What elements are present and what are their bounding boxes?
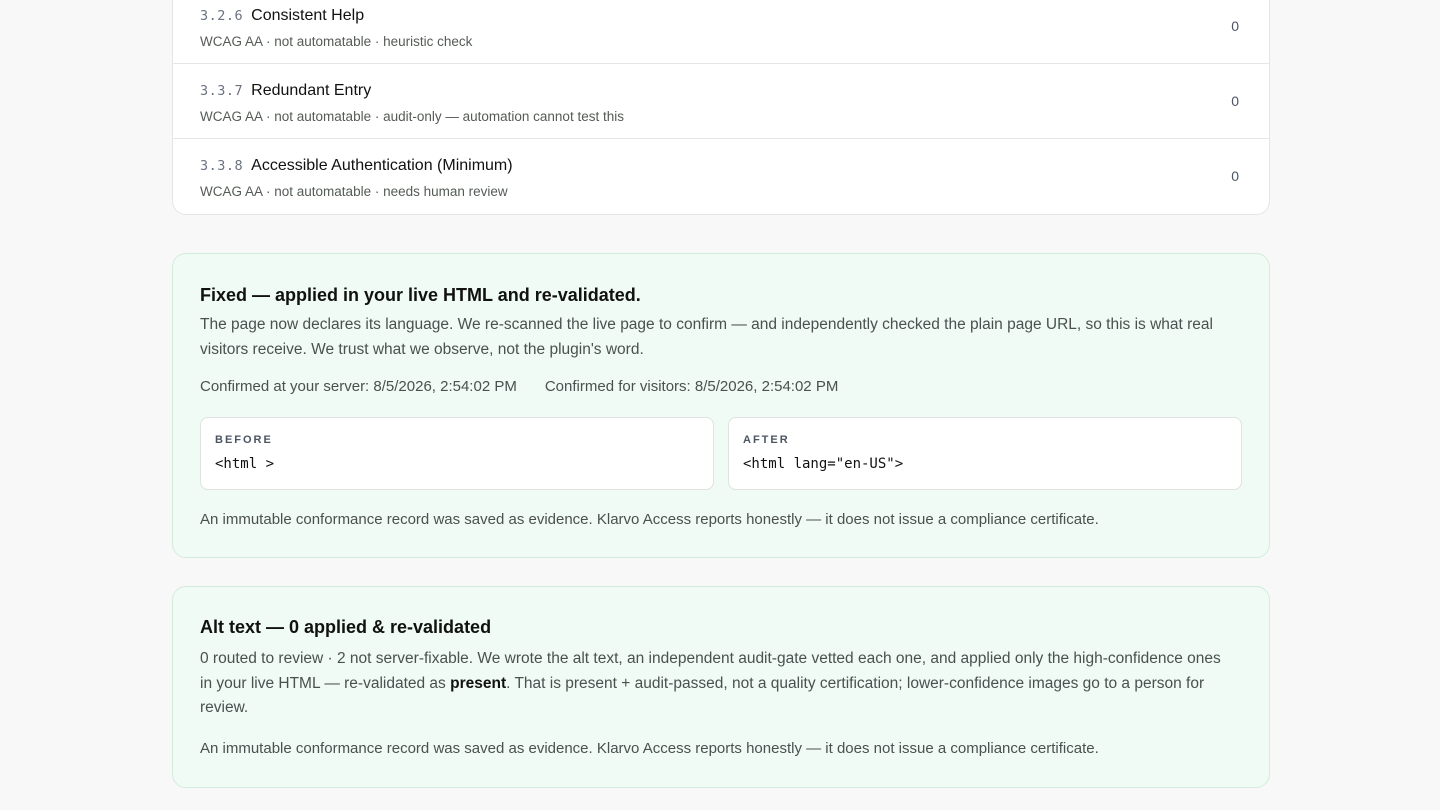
fixed-panel-title: Fixed — applied in your live HTML and re… — [200, 285, 641, 305]
criterion-row[interactable]: 3.3.8 Accessible Authentication (Minimum… — [173, 139, 1269, 214]
criterion-title: Accessible Authentication (Minimum) — [251, 157, 513, 174]
confirmation-timestamps: Confirmed at your server: 8/5/2026, 2:54… — [200, 378, 838, 395]
criterion-issue-count: 0 — [1231, 18, 1239, 34]
fixed-language-panel: Fixed — applied in your live HTML and re… — [172, 253, 1270, 558]
evidence-note: An immutable conformance record was save… — [200, 511, 1099, 528]
criterion-code: 3.2.6 — [200, 8, 244, 24]
criterion-heading: 3.3.8 Accessible Authentication (Minimum… — [200, 157, 513, 175]
confirmed-visitors-timestamp: Confirmed for visitors: 8/5/2026, 2:54:0… — [544, 378, 839, 395]
alt-panel-title: Alt text — 0 applied & re-validated — [200, 617, 492, 637]
criterion-issue-count: 0 — [1231, 93, 1239, 109]
criterion-meta: WCAG AA · not automatable · needs human … — [200, 184, 508, 199]
confirmed-server-timestamp: Confirmed at your server: 8/5/2026, 2:54… — [200, 378, 517, 395]
criterion-issue-count: 0 — [1231, 168, 1239, 184]
before-code: <html > — [215, 456, 275, 472]
alt-panel-description: 0 routed to review · 2 not server-fixabl… — [200, 647, 1230, 721]
criterion-code: 3.3.8 — [200, 158, 244, 174]
alt-text-panel: Alt text — 0 applied & re-validated 0 ro… — [172, 586, 1270, 788]
criterion-code: 3.3.7 — [200, 83, 244, 99]
criterion-heading: 3.2.6 Consistent Help — [200, 7, 364, 25]
after-code: <html lang="en-US"> — [743, 456, 904, 472]
manual-criteria-list: 3.2.6 Consistent Help WCAG AA · not auto… — [172, 0, 1270, 215]
criterion-heading: 3.3.7 Redundant Entry — [200, 82, 371, 100]
criterion-meta: WCAG AA · not automatable · heuristic ch… — [200, 34, 473, 49]
before-label: BEFORE — [215, 434, 273, 446]
criterion-title: Consistent Help — [251, 7, 365, 24]
alt-body-emphasis: present — [450, 674, 507, 692]
criterion-meta: WCAG AA · not automatable · audit-only —… — [200, 109, 624, 124]
fixed-panel-description: The page now declares its language. We r… — [200, 316, 1213, 358]
criterion-row[interactable]: 3.3.7 Redundant Entry WCAG AA · not auto… — [173, 64, 1269, 139]
evidence-note: An immutable conformance record was save… — [200, 740, 1099, 757]
after-code-box: AFTER <html lang="en-US"> — [728, 417, 1242, 490]
before-code-box: BEFORE <html > — [200, 417, 714, 490]
after-label: AFTER — [743, 434, 790, 446]
criterion-title: Redundant Entry — [251, 82, 372, 99]
criterion-row[interactable]: 3.2.6 Consistent Help WCAG AA · not auto… — [173, 0, 1269, 64]
